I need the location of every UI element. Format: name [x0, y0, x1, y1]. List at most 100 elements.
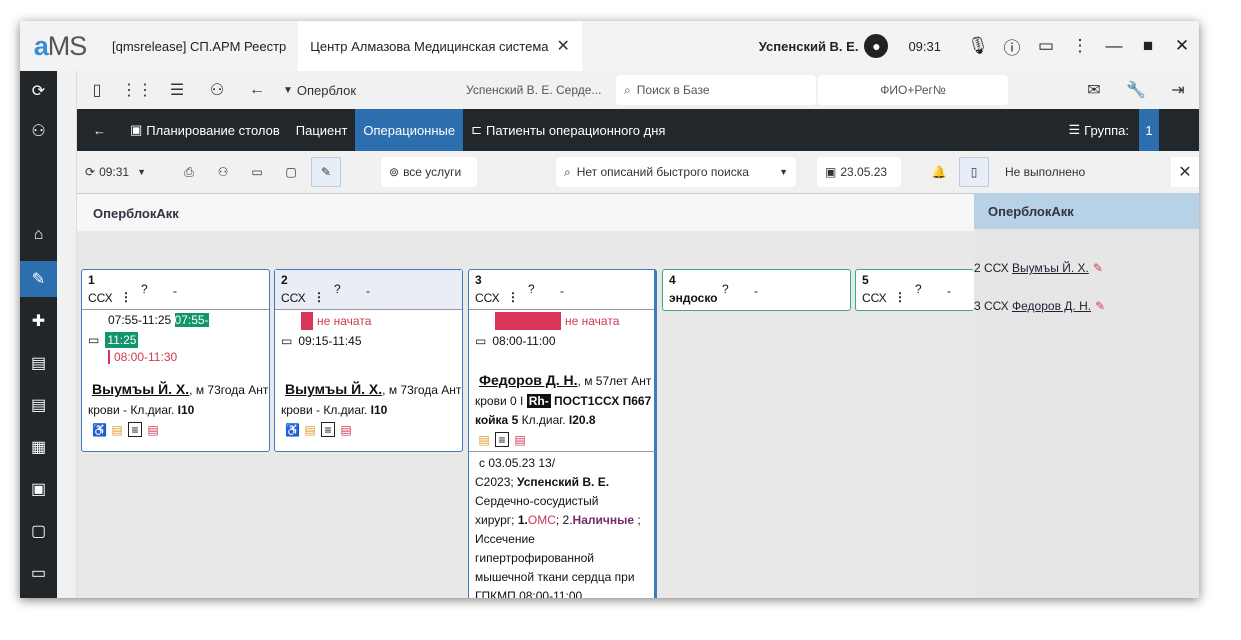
operation-card-4[interactable]: 4 эндоско ? - [662, 269, 851, 311]
hospital-icon[interactable]: ▦ [20, 433, 57, 461]
apps-grid-icon[interactable]: ⋮⋮ [117, 80, 157, 100]
tab-medical-system[interactable]: Центр Алмазова Медицинская система ✕ [298, 21, 582, 71]
quick-search-select[interactable]: ⌕ Нет описаний быстрого поиска ▼ [556, 157, 796, 187]
tab-operating-rooms[interactable]: Операционные [355, 109, 464, 151]
id-card-icon[interactable]: ▭ [20, 559, 57, 587]
group-selector[interactable]: ☰ Группа: 1 [1069, 109, 1199, 151]
minimize-icon[interactable]: — [1097, 36, 1131, 56]
opblock-selector[interactable]: Оперблок [297, 83, 356, 98]
card-room: ССХ [281, 291, 306, 305]
not-done-item[interactable]: 3 ССХ Федоров Д. Н. ✎ [974, 299, 1105, 313]
folder-open-icon: ▭ [475, 334, 487, 348]
cancel-doc-icon[interactable]: ▤ [339, 423, 353, 438]
panel-toggle-icon[interactable]: ▯ [77, 80, 117, 100]
bell-icon[interactable]: 🔔 [927, 157, 951, 187]
list-box-icon[interactable]: ≡ [128, 422, 142, 437]
patient-name[interactable]: Федоров Д. Н. [479, 372, 578, 388]
tab-registry[interactable]: [qmsrelease] СП.АРМ Реестр [100, 21, 298, 71]
wheelchair-icon[interactable]: ♿ [92, 423, 107, 438]
clipboard-list-icon[interactable]: ▤ [20, 391, 57, 419]
fio-reg-input[interactable]: ФИО+Рег№ [818, 75, 1009, 105]
card-number: 1 [88, 273, 95, 287]
not-done-item[interactable]: 2 ССХ Выумъы Й. Х. ✎ [974, 261, 1103, 275]
cancel-doc-icon[interactable]: ▤ [513, 433, 527, 448]
info-icon[interactable]: ⓘ [995, 34, 1029, 59]
person-icon[interactable]: ⚇ [197, 80, 237, 100]
card-menu-icon[interactable]: ⋮ [507, 290, 519, 304]
more-vert-icon[interactable]: ⋮ [1063, 36, 1097, 56]
clipboard-clock-icon[interactable]: ▤ [20, 349, 57, 377]
card-menu-icon[interactable]: ⋮ [120, 290, 132, 304]
person-outline-icon[interactable]: ⚇ [209, 157, 237, 187]
list-box-icon[interactable]: ≡ [495, 432, 509, 447]
cancel-doc-icon[interactable]: ▤ [146, 423, 160, 438]
card-time: 08:00-11:00 [492, 334, 556, 348]
document-icon[interactable]: ▤ [477, 433, 491, 448]
operation-card-3[interactable]: 3 ССХ ⋮ ? - не начата ▭ 08:00-11:00 Федор… [468, 269, 657, 598]
folder-icon[interactable]: ▭ [243, 157, 271, 187]
document-icon[interactable]: ▤ [303, 423, 317, 438]
wheelchair-icon[interactable]: ♿ [285, 423, 300, 438]
tab-day-patients[interactable]: ⊏ Патиенты операционного дня [463, 109, 673, 151]
wrench-icon[interactable]: 🔧 [1115, 80, 1157, 100]
quick-search-icon: ⌕ [564, 164, 571, 179]
select-caret-icon: ▼ [779, 167, 788, 177]
schedule-toolbar: ⟳ 09:31 ▼ ⎙ ⚇ ▭ ▢ ✎ ⊚ все услуги ⌕ Нет описа… [77, 151, 1199, 193]
microphone-icon[interactable]: 🎙 [961, 36, 995, 56]
app-logo: a MS [33, 30, 88, 61]
panel-right-toggle-icon[interactable]: ▯ [959, 157, 989, 187]
not-done-patient-link[interactable]: Федоров Д. Н. [1012, 299, 1091, 313]
date-value: 23.05.23 [840, 165, 888, 179]
patient-name[interactable]: Выумъы Й. Х. [285, 381, 382, 397]
date-picker[interactable]: ▣ 23.05.23 [817, 157, 901, 187]
close-window-icon[interactable]: ✕ [1165, 36, 1199, 56]
search-input[interactable]: ⌕ Поиск в Базе [616, 75, 817, 105]
chat-icon[interactable]: ▭ [1029, 36, 1063, 56]
medical-plus-icon[interactable]: ✚ [20, 307, 57, 335]
brush-icon[interactable]: ✎ [20, 261, 57, 297]
print-icon[interactable]: ⎙ [175, 157, 203, 187]
pay-end: ; [637, 513, 641, 527]
list-box-icon[interactable]: ≡ [321, 422, 335, 437]
tab-table-planning[interactable]: ▣ Планирование столов [122, 109, 288, 151]
tab-patient[interactable]: Пациент [288, 109, 356, 151]
nav-back-icon[interactable]: ← [77, 109, 122, 151]
mail-icon[interactable]: ✉ [1073, 80, 1115, 100]
all-services-button[interactable]: ⊚ все услуги [381, 157, 477, 187]
calendar-icon[interactable]: ▣ [20, 475, 57, 503]
maximize-icon[interactable]: ■ [1131, 36, 1165, 56]
document-icon[interactable]: ▤ [110, 423, 124, 438]
refresh-time-dropdown[interactable]: ⟳ 09:31 ▼ [85, 157, 163, 187]
edit-doc-icon[interactable]: ✎ [311, 157, 341, 187]
card-menu-icon[interactable]: ⋮ [313, 290, 325, 304]
clipboard-icon[interactable]: ▢ [277, 157, 305, 187]
dropdown-caret-icon[interactable]: ▼ [283, 85, 293, 96]
caret-icon: ▼ [137, 167, 147, 177]
logout-icon[interactable]: ⇥ [1157, 80, 1199, 100]
list-icon[interactable]: ☰ [157, 80, 197, 100]
close-panel-icon[interactable]: ✕ [1171, 157, 1199, 187]
operation-card-2[interactable]: 2 ССХ ⋮ ? - не начата ▭ 09:15-11:45 Выумъ… [274, 269, 463, 452]
status-bar [495, 312, 561, 330]
brush-icon[interactable]: ✎ [1093, 261, 1103, 275]
add-user-icon[interactable]: ⚇ [20, 117, 57, 145]
patient-name[interactable]: Выумъы Й. Х. [92, 381, 189, 397]
brush-icon[interactable]: ✎ [1095, 299, 1105, 313]
operation-card-1[interactable]: 1 ССХ ⋮ ? - 07:55-11:25 07:55- ▭ 11:25 08… [81, 269, 270, 452]
detail-line-6: гипертрофированной [475, 551, 594, 565]
close-tab-icon[interactable]: ✕ [557, 36, 570, 56]
tab-day-patients-label: Патиенты операционного дня [486, 122, 666, 138]
card-status: не начата [565, 314, 620, 328]
operation-card-5[interactable]: 5 ССХ ⋮ ? - [855, 269, 974, 311]
avatar[interactable]: ● [864, 34, 889, 58]
home-icon[interactable]: ⌂ [20, 221, 57, 249]
left-sidebar: ⟳ ⚇ ⌂ ✎ ✚ ▤ ▤ ▦ ▣ ▢ ▭ [20, 71, 57, 598]
main-toolbar: ▯ ⋮⋮ ☰ ⚇ ← ▼ Оперблок Успенский В. Е. Се… [77, 71, 1199, 109]
clipboard-edit-icon[interactable]: ▢ [20, 517, 57, 545]
sync-icon[interactable]: ⟳ [20, 77, 57, 105]
card-time-end: 11:25 [105, 332, 139, 348]
not-done-patient-link[interactable]: Выумъы Й. Х. [1012, 261, 1089, 275]
back-arrow-icon[interactable]: ← [237, 81, 277, 99]
card-menu-icon[interactable]: ⋮ [894, 290, 906, 304]
bed-icon: ⊏ [471, 122, 483, 137]
